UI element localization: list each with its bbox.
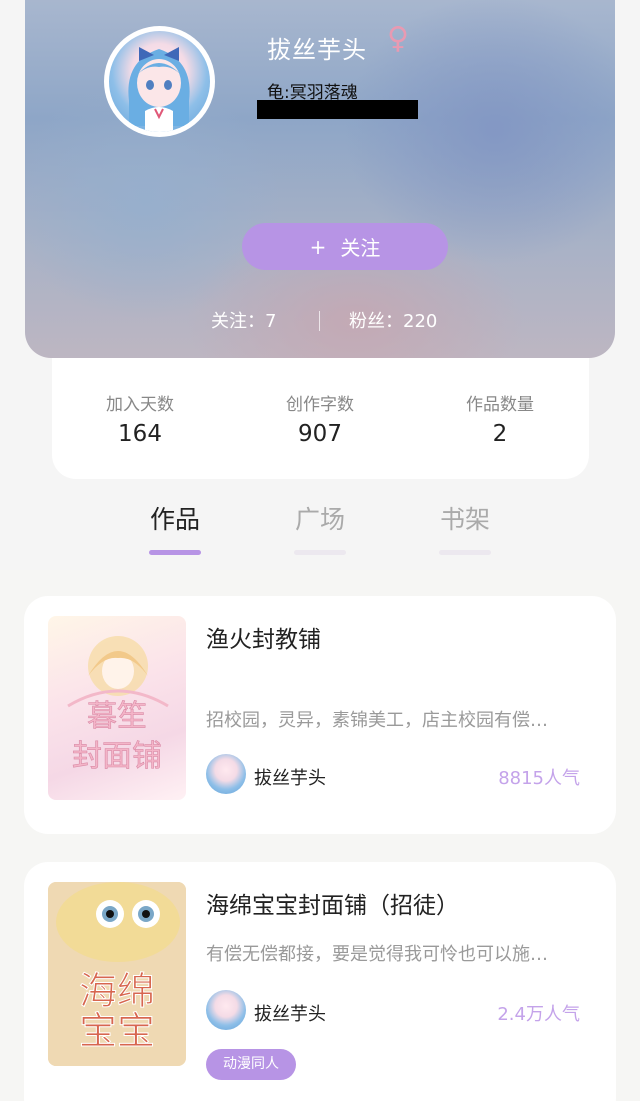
svg-text:封面铺: 封面铺: [72, 739, 162, 774]
tab-label: 作品: [149, 505, 200, 534]
stat-label: 创作字数: [286, 395, 354, 415]
stat-value: 2: [492, 421, 508, 447]
author-avatar: [206, 990, 246, 1030]
cover-illustration: 海绵 宝宝: [48, 882, 186, 1066]
fans-count[interactable]: 粉丝：220: [349, 307, 437, 333]
work-card[interactable]: 暮笙 封面铺 渔火封教铺 招校园，灵异，素锦美工，店主校园有偿… 拔丝芋头 88…: [24, 596, 616, 834]
creator-stats-card: 加入天数 164 创作字数 907 作品数量 2: [52, 358, 589, 479]
tab-square[interactable]: 广场: [275, 500, 365, 555]
tab-bookshelf[interactable]: 书架: [420, 500, 510, 555]
stats-divider: [319, 311, 320, 331]
plus-icon: +: [309, 234, 327, 259]
follow-stats: 关注：7 粉丝：220: [0, 307, 640, 335]
tab-underline: [149, 550, 201, 555]
work-cover[interactable]: 暮笙 封面铺: [48, 616, 186, 800]
following-count[interactable]: 关注：7: [211, 307, 276, 333]
tab-label: 广场: [294, 505, 345, 534]
work-description: 有偿无偿都接，要是觉得我可怜也可以施…: [206, 944, 548, 965]
tab-underline: [439, 550, 491, 555]
popularity-count: 8815人气: [498, 768, 580, 789]
profile-avatar[interactable]: [104, 26, 215, 137]
work-title[interactable]: 海绵宝宝封面铺（招徒）: [206, 886, 459, 920]
tab-underline: [294, 550, 346, 555]
tab-label: 书架: [439, 505, 490, 534]
profile-nickname: 拔丝芋头: [267, 36, 367, 64]
stat-works-count: 作品数量 2: [430, 358, 570, 447]
popularity-count: 2.4万人气: [497, 1004, 580, 1025]
redaction-bar: [257, 100, 418, 119]
work-title[interactable]: 渔火封教铺: [206, 620, 321, 654]
follow-button[interactable]: + 关注: [242, 223, 448, 270]
svg-text:暮笙: 暮笙: [87, 699, 147, 734]
author-name: 拔丝芋头: [254, 1004, 326, 1025]
cover-illustration: 暮笙 封面铺: [67, 636, 169, 774]
author-name: 拔丝芋头: [254, 768, 326, 789]
work-cover[interactable]: 海绵 宝宝: [48, 882, 186, 1066]
svg-text:宝宝: 宝宝: [79, 1009, 155, 1053]
stat-value: 164: [118, 421, 162, 447]
work-description: 招校园，灵异，素锦美工，店主校园有偿…: [206, 710, 548, 731]
stat-value: 907: [298, 421, 342, 447]
category-tag[interactable]: 动漫同人: [206, 1049, 296, 1080]
female-icon: ♀: [387, 21, 409, 56]
svg-text:海绵: 海绵: [79, 969, 155, 1013]
work-card[interactable]: 海绵 宝宝 海绵宝宝封面铺（招徒） 有偿无偿都接，要是觉得我可怜也可以施… 拔丝…: [24, 862, 616, 1101]
tab-works[interactable]: 作品: [130, 500, 220, 555]
author-avatar: [206, 754, 246, 794]
stat-label: 作品数量: [466, 395, 534, 415]
profile-tabs: 作品 广场 书架: [0, 500, 640, 560]
profile-header: 拔丝芋头 ♀ 龟:冥羽落魂 + 关注: [25, 0, 615, 358]
stat-join-days: 加入天数 164: [70, 358, 210, 447]
follow-button-label: 关注: [340, 236, 381, 260]
stat-label: 加入天数: [106, 395, 174, 415]
stat-word-count: 创作字数 907: [250, 358, 390, 447]
